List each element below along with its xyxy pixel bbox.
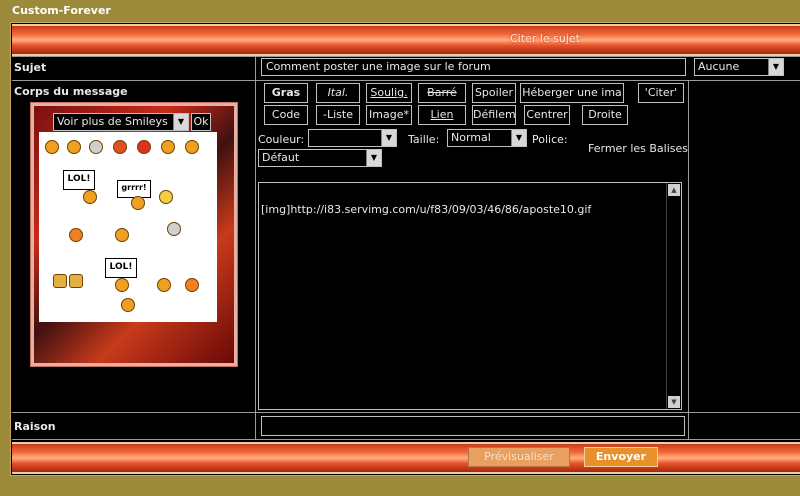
font-select-value: Défaut [262, 151, 300, 164]
message-scrollbar[interactable]: ▲ ▼ [666, 183, 681, 409]
sleepy-smiley-icon[interactable] [89, 140, 103, 154]
icon-select-value: Aucune [698, 60, 740, 73]
bold-button[interactable]: Gras [264, 83, 308, 103]
smiley-icon[interactable] [83, 190, 97, 204]
lol-sign-smiley-icon[interactable]: LOL! [63, 170, 95, 190]
smiley-icon[interactable] [121, 298, 135, 312]
font-label: Police: [532, 133, 568, 146]
link-button[interactable]: Lien [418, 105, 466, 125]
underline-button[interactable]: Soulig. [366, 83, 412, 103]
chevron-down-icon: ▼ [381, 130, 396, 146]
smiley-panel: Voir plus de Smileys ▼ Ok LOL! grrrr! LO… [30, 102, 238, 367]
chevron-down-icon: ▼ [511, 130, 526, 146]
italic-button[interactable]: Ital. [316, 83, 360, 103]
chevron-down-icon: ▼ [768, 59, 783, 75]
smiley-ok-button[interactable]: Ok [191, 113, 211, 131]
site-title: Custom-Forever [12, 4, 111, 17]
font-select[interactable]: Défaut ▼ [258, 149, 382, 167]
smiley-icon[interactable] [131, 196, 145, 210]
send-button[interactable]: Envoyer [584, 447, 658, 467]
smiley-bar: Voir plus de Smileys ▼ Ok [41, 110, 219, 131]
reason-input[interactable] [261, 416, 685, 436]
list-button[interactable]: -Liste [316, 105, 360, 125]
form-footer-banner [12, 442, 800, 474]
close-tags-link[interactable]: Fermer les Balises [588, 142, 688, 155]
scroll-up-icon[interactable]: ▲ [668, 184, 680, 196]
quote-button[interactable]: 'Citer' [638, 83, 684, 103]
chevron-down-icon: ▼ [173, 114, 188, 130]
smiley-icon[interactable] [161, 140, 175, 154]
reason-label: Raison [14, 420, 56, 433]
form-header-banner: Citer le sujet [12, 24, 800, 56]
grr-sign-smiley-icon[interactable]: grrrr! [117, 180, 151, 198]
smiley-icon[interactable] [113, 140, 127, 154]
smiley-panel-background: Voir plus de Smileys ▼ Ok LOL! grrrr! LO… [34, 106, 234, 363]
smiley-grid: LOL! grrrr! LOL! [39, 132, 217, 322]
message-textarea[interactable]: [img]http://i83.servimg.com/u/f83/09/03/… [258, 182, 682, 410]
message-text: [img]http://i83.servimg.com/u/f83/09/03/… [261, 203, 592, 216]
smiley-icon[interactable] [115, 278, 129, 292]
thumbs-up-smiley-icon[interactable] [53, 274, 67, 288]
smiley-icon[interactable] [67, 140, 81, 154]
divider [12, 56, 800, 57]
code-button[interactable]: Code [264, 105, 308, 125]
spoiler-button[interactable]: Spoiler [472, 83, 516, 103]
align-right-button[interactable]: Droite [582, 105, 628, 125]
host-image-button[interactable]: Héberger une ima [520, 83, 624, 103]
sleepy-smiley-icon[interactable] [157, 278, 171, 292]
smiley-icon[interactable] [185, 278, 199, 292]
preview-button[interactable]: Prévisualiser [468, 447, 570, 467]
divider [12, 439, 800, 440]
column-divider [255, 56, 256, 440]
thumbs-up-smiley-icon[interactable] [69, 274, 83, 288]
subject-input[interactable]: Comment poster une image sur le forum [261, 58, 686, 76]
divider [12, 80, 800, 81]
chevron-down-icon: ▼ [366, 150, 381, 166]
icon-select[interactable]: Aucune ▼ [694, 58, 784, 76]
divider [12, 412, 800, 413]
smiley-icon[interactable] [69, 228, 83, 242]
size-label: Taille: [408, 133, 440, 146]
more-smileys-select[interactable]: Voir plus de Smileys ▼ [53, 113, 189, 131]
grin-smiley-icon[interactable] [159, 190, 173, 204]
santa-smiley-icon[interactable] [137, 140, 151, 154]
scroll-down-icon[interactable]: ▼ [668, 396, 680, 408]
marquee-button[interactable]: Défilem [472, 105, 516, 125]
more-smileys-label: Voir plus de Smileys [57, 115, 168, 128]
subject-label: Sujet [14, 61, 47, 74]
smiley-icon[interactable] [167, 222, 181, 236]
size-select-value: Normal [451, 131, 491, 144]
column-divider [688, 80, 689, 440]
image-button[interactable]: Image* [366, 105, 412, 125]
form-header-title: Citer le sujet [510, 32, 580, 45]
smiley-icon[interactable] [115, 228, 129, 242]
smiley-icon[interactable] [45, 140, 59, 154]
smiley-icon[interactable] [185, 140, 199, 154]
lol-sign-smiley-icon[interactable]: LOL! [105, 258, 137, 278]
color-select[interactable]: ▼ [308, 129, 397, 147]
strike-button[interactable]: Barré [418, 83, 466, 103]
color-label: Couleur: [258, 133, 305, 146]
center-button[interactable]: Centrer [524, 105, 570, 125]
size-select[interactable]: Normal ▼ [447, 129, 527, 147]
body-label: Corps du message [14, 85, 128, 98]
